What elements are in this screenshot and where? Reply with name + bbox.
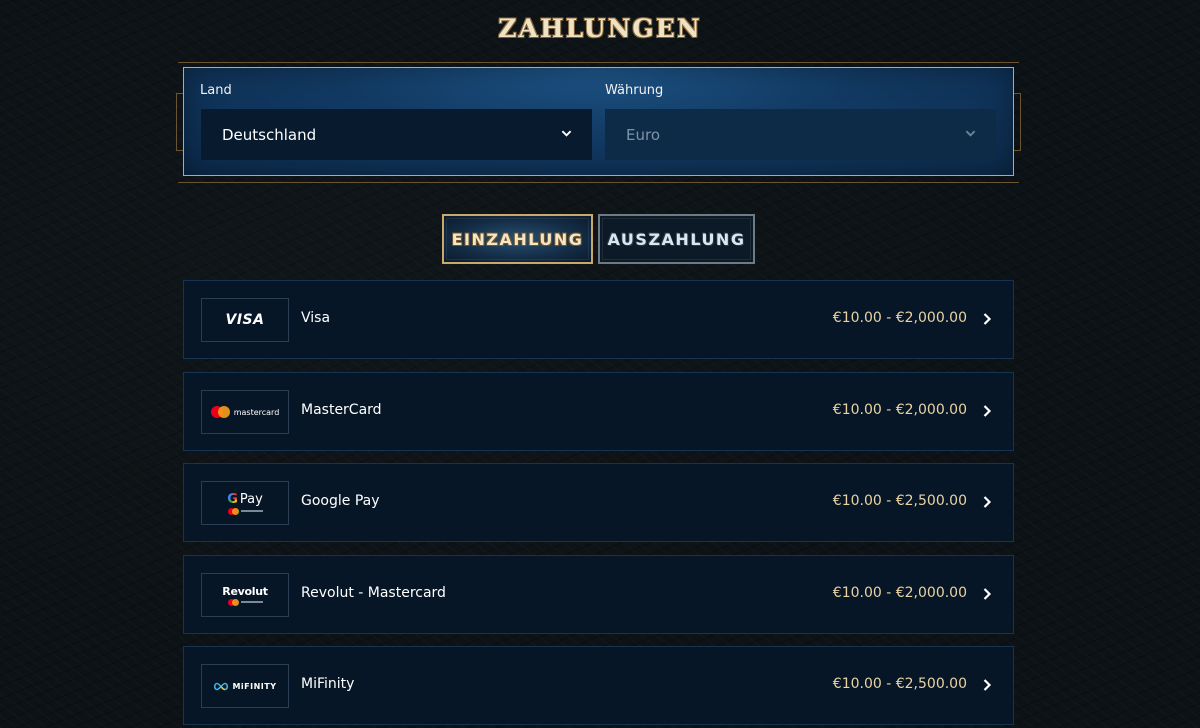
method-name: Google Pay [301,493,380,509]
filter-panel: Land Deutschland Währung Euro [183,67,1014,176]
mifinity-logo-text: MiFINITY [232,681,277,691]
chevron-right-icon [983,496,992,508]
mastercard-logo-text: mastercard [233,407,280,417]
chevron-right-icon [983,679,992,691]
visa-logo: VISA [201,298,289,342]
infinity-icon [214,682,229,690]
method-range: €10.00 - €2,000.00 [832,402,967,418]
payment-method-row[interactable]: G Pay Google Pay €10.00 - €2,500.00 [183,463,1014,542]
mastercard-mark: mastercard [210,406,280,418]
mastercard-circles-icon [210,406,231,418]
payment-method-row[interactable]: VISA Visa €10.00 - €2,000.00 [183,280,1014,359]
mastercard-sub-mark [227,507,263,515]
chevron-right-icon [983,588,992,600]
method-name: Visa [301,310,331,326]
tab-auszahlung[interactable]: AUSZAHLUNG [598,214,755,264]
mastercard-sub-mark [227,598,263,606]
payment-method-row[interactable]: mastercard MasterCard €10.00 - €2,000.00 [183,372,1014,451]
chevron-right-icon [983,313,992,325]
method-range: €10.00 - €2,500.00 [832,676,967,692]
revolut-logo-text: Revolut [222,584,268,598]
google-pay-logo: G Pay [201,481,289,525]
mastercard-logo: mastercard [201,390,289,434]
mifinity-logo: MiFINITY [201,664,289,708]
payment-method-row[interactable]: Revolut Revolut - Mastercard €10.00 - €2… [183,555,1014,634]
currency-select-value: Euro [626,125,660,144]
tab-einzahlung[interactable]: EINZAHLUNG [442,214,593,264]
mifinity-mark: MiFINITY [213,682,276,691]
method-range: €10.00 - €2,000.00 [832,310,967,326]
method-name: MiFinity [301,676,355,692]
method-range: €10.00 - €2,500.00 [832,493,967,509]
country-select-value: Deutschland [222,125,317,144]
mastercard-circles-icon [227,598,239,606]
method-range: €10.00 - €2,000.00 [832,585,967,601]
method-name: Revolut - Mastercard [301,585,446,601]
page-title: ZAHLUNGEN [498,14,702,43]
payment-method-row[interactable]: MiFINITY MiFinity €10.00 - €2,500.00 [183,646,1014,725]
chevron-down-icon [561,130,572,137]
mastercard-circles-icon [227,507,239,515]
chevron-down-icon [965,130,976,137]
google-g-icon: G [227,491,238,507]
google-pay-logo-text: Pay [239,491,263,507]
currency-select[interactable]: Euro [605,109,996,160]
google-pay-mark: G Pay [227,492,263,507]
country-label: Land [200,83,232,98]
chevron-right-icon [983,405,992,417]
visa-logo-text: VISA [225,312,265,328]
country-select[interactable]: Deutschland [201,109,592,160]
revolut-logo: Revolut [201,573,289,617]
currency-label: Währung [605,83,664,98]
method-name: MasterCard [301,402,382,418]
